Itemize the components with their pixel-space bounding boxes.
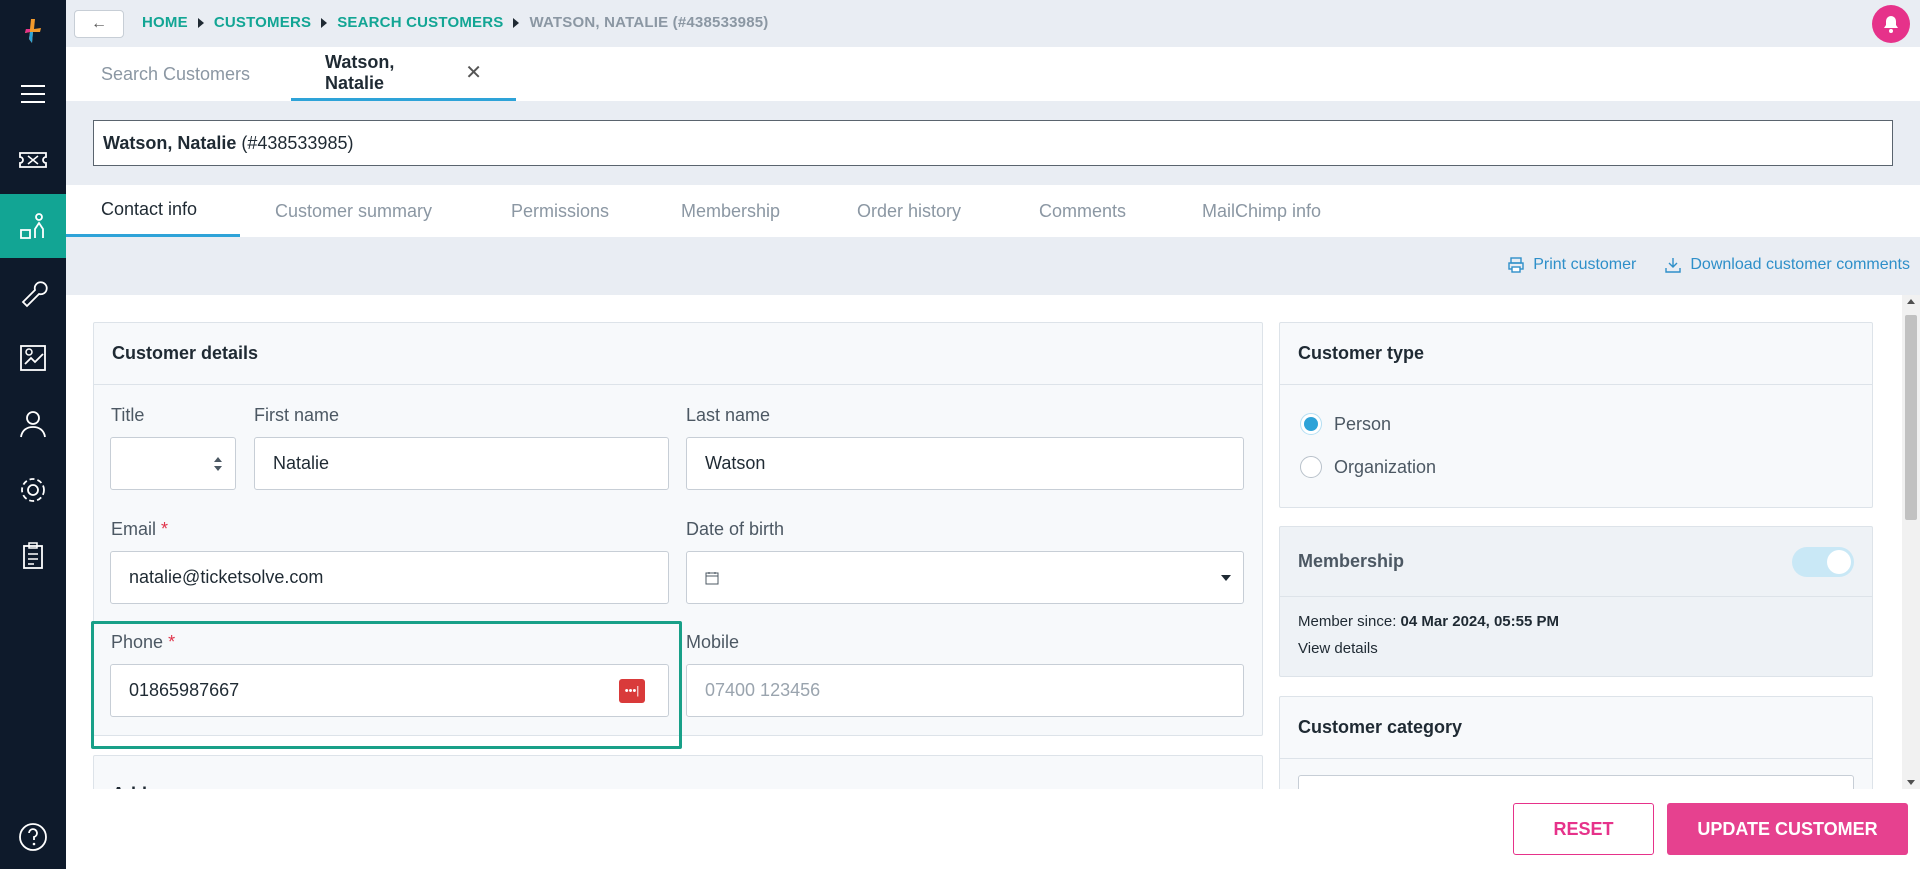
arrow-left-icon: ← bbox=[91, 15, 107, 32]
bell-icon bbox=[1884, 16, 1898, 33]
breadcrumb: HOME CUSTOMERS SEARCH CUSTOMERS WATSON, … bbox=[142, 14, 768, 31]
tab-comments[interactable]: Comments bbox=[1039, 185, 1126, 237]
reports-icon[interactable] bbox=[0, 326, 66, 390]
scroll-up-icon[interactable] bbox=[1907, 299, 1915, 304]
menu-icon[interactable] bbox=[0, 62, 66, 126]
caret-right-icon bbox=[513, 17, 520, 28]
membership-heading: Membership bbox=[1280, 527, 1872, 597]
clipboard-icon[interactable] bbox=[0, 524, 66, 588]
calendar-icon bbox=[705, 571, 719, 584]
title-label: Title bbox=[111, 405, 145, 425]
tab-permissions[interactable]: Permissions bbox=[511, 185, 609, 237]
print-customer-link[interactable]: Print customer bbox=[1507, 256, 1636, 274]
footer: RESET UPDATE CUSTOMER bbox=[66, 789, 1920, 869]
customer-id: (#438533985) bbox=[241, 132, 354, 153]
customers-icon[interactable] bbox=[0, 194, 66, 258]
dob-field[interactable] bbox=[686, 551, 1244, 604]
tab-membership[interactable]: Membership bbox=[681, 185, 780, 237]
customer-actions: Print customer Download customer comment… bbox=[1479, 256, 1910, 274]
printer-icon bbox=[1508, 257, 1524, 273]
last-name-field[interactable]: Watson bbox=[686, 437, 1244, 490]
user-icon[interactable] bbox=[0, 392, 66, 456]
download-icon bbox=[1665, 258, 1682, 273]
help-icon[interactable] bbox=[0, 805, 66, 869]
customer-name: Watson, Natalie bbox=[103, 132, 237, 153]
mobile-label: Mobile bbox=[686, 632, 740, 652]
first-name-label: First name bbox=[254, 405, 340, 425]
membership-toggle[interactable] bbox=[1792, 547, 1854, 577]
download-comments-link[interactable]: Download customer comments bbox=[1664, 256, 1910, 274]
breadcrumb-search-customers[interactable]: SEARCH CUSTOMERS bbox=[337, 14, 503, 31]
close-icon[interactable]: ✕ bbox=[465, 60, 482, 85]
scrollbar[interactable] bbox=[1902, 295, 1920, 789]
customer-type-heading: Customer type bbox=[1280, 323, 1872, 385]
breadcrumb-home[interactable]: HOME bbox=[142, 14, 188, 31]
radio-person[interactable]: Person bbox=[1300, 413, 1391, 435]
reset-button[interactable]: RESET bbox=[1513, 803, 1654, 855]
member-since: Member since: 04 Mar 2024, 05:55 PM bbox=[1298, 613, 1559, 630]
caret-right-icon bbox=[321, 17, 328, 28]
download-comments-label: Download customer comments bbox=[1690, 256, 1910, 273]
section-tabs: Contact info Customer summary Permission… bbox=[66, 185, 1920, 237]
last-name-label: Last name bbox=[686, 405, 771, 425]
back-button[interactable]: ← bbox=[74, 10, 124, 38]
customer-type-card: Customer type Person Organization bbox=[1279, 322, 1873, 508]
dob-label: Date of birth bbox=[686, 519, 785, 539]
settings-icon[interactable] bbox=[0, 458, 66, 522]
tab-watson-natalie[interactable]: Watson, Natalie ✕ bbox=[291, 47, 516, 101]
logo-icon[interactable] bbox=[0, 0, 66, 62]
customer-details-heading: Customer details bbox=[94, 323, 1262, 385]
tab-label: Search Customers bbox=[101, 63, 251, 84]
first-name-field[interactable]: Natalie bbox=[254, 437, 669, 490]
customer-category-card: Customer category bbox=[1279, 696, 1873, 789]
phone-highlight bbox=[91, 621, 682, 749]
scroll-down-icon[interactable] bbox=[1907, 780, 1915, 785]
print-customer-label: Print customer bbox=[1533, 256, 1637, 273]
tab-search-customers[interactable]: Search Customers bbox=[101, 47, 250, 101]
customer-category-select[interactable] bbox=[1298, 775, 1854, 789]
breadcrumb-current: WATSON, NATALIE (#438533985) bbox=[529, 14, 769, 31]
tab-mailchimp-info[interactable]: MailChimp info bbox=[1202, 185, 1321, 237]
breadcrumb-customers[interactable]: CUSTOMERS bbox=[214, 14, 311, 31]
email-field[interactable]: natalie@ticketsolve.com bbox=[110, 551, 669, 604]
email-label: Email * bbox=[111, 519, 169, 539]
radio-unselected-icon bbox=[1300, 456, 1322, 478]
scroll-thumb[interactable] bbox=[1905, 315, 1917, 520]
radio-selected-icon bbox=[1300, 413, 1322, 435]
chevron-down-icon bbox=[1221, 575, 1231, 581]
notifications-button[interactable] bbox=[1872, 5, 1910, 43]
tools-icon[interactable] bbox=[0, 260, 66, 324]
ticket-icon[interactable] bbox=[0, 128, 66, 192]
tab-contact-info[interactable]: Contact info bbox=[66, 185, 240, 237]
radio-organization-label: Organization bbox=[1334, 456, 1437, 477]
title-select[interactable] bbox=[110, 437, 236, 490]
address-card: Address bbox=[93, 755, 1263, 789]
document-tabs: Search Customers Watson, Natalie ✕ bbox=[66, 47, 1920, 101]
view-details-link[interactable]: View details bbox=[1298, 640, 1378, 657]
update-customer-button[interactable]: UPDATE CUSTOMER bbox=[1667, 803, 1908, 855]
membership-card: Membership Member since: 04 Mar 2024, 05… bbox=[1279, 526, 1873, 677]
sidebar bbox=[0, 0, 66, 869]
mobile-field[interactable]: 07400 123456 bbox=[686, 664, 1244, 717]
tab-order-history[interactable]: Order history bbox=[857, 185, 961, 237]
tab-customer-summary[interactable]: Customer summary bbox=[275, 185, 432, 237]
sort-arrows-icon bbox=[214, 457, 222, 471]
address-heading: Address bbox=[94, 756, 1262, 789]
topbar: ← HOME CUSTOMERS SEARCH CUSTOMERS WATSON… bbox=[66, 0, 1920, 47]
tab-label: Watson, Natalie bbox=[325, 51, 395, 93]
customer-category-heading: Customer category bbox=[1280, 697, 1872, 759]
radio-person-label: Person bbox=[1334, 413, 1392, 434]
radio-organization[interactable]: Organization bbox=[1300, 456, 1436, 478]
customer-title: Watson, Natalie (#438533985) bbox=[93, 120, 1893, 166]
caret-right-icon bbox=[197, 17, 204, 28]
